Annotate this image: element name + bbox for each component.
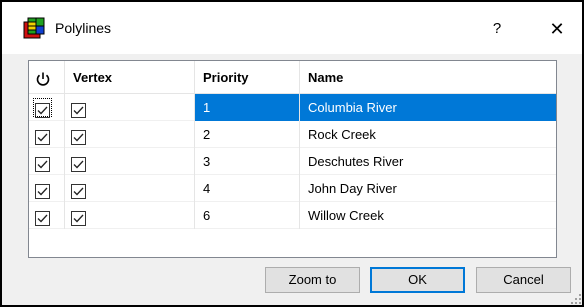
vertex-cell [65, 121, 195, 148]
vertex-cell [65, 202, 195, 229]
priority-cell[interactable]: 3 [195, 148, 300, 175]
vertex-checkbox[interactable] [71, 154, 86, 172]
ok-button[interactable]: OK [370, 267, 465, 293]
polylines-dialog: Polylines ? ✕ Vertex Priority Name 1 Colu… [0, 0, 584, 307]
vertex-cell [65, 94, 195, 121]
table-row[interactable]: 2 Rock Creek [29, 121, 556, 148]
name-cell[interactable]: John Day River [300, 175, 556, 202]
enabled-cell [29, 175, 65, 202]
table-row[interactable]: 4 John Day River [29, 175, 556, 202]
enabled-checkbox[interactable] [35, 154, 50, 172]
close-button[interactable]: ✕ [539, 12, 575, 46]
vertex-checkbox[interactable] [71, 100, 86, 118]
name-cell[interactable]: Deschutes River [300, 148, 556, 175]
enabled-cell [29, 202, 65, 229]
vertex-checkbox[interactable] [71, 127, 86, 145]
enabled-cell [29, 148, 65, 175]
name-cell[interactable]: Rock Creek [300, 121, 556, 148]
resize-grip-icon[interactable] [570, 293, 582, 305]
vertex-cell [65, 148, 195, 175]
enabled-checkbox[interactable] [35, 181, 50, 199]
priority-cell[interactable]: 2 [195, 121, 300, 148]
column-header-priority[interactable]: Priority [195, 61, 300, 94]
vertex-checkbox[interactable] [71, 181, 86, 199]
table-body: 1 Columbia River 2 Rock Creek 3 Deschutes Riv… [29, 94, 556, 229]
table-row[interactable]: 1 Columbia River [29, 94, 556, 121]
table-header: Vertex Priority Name [29, 61, 556, 94]
vertex-cell [65, 175, 195, 202]
column-header-enabled[interactable] [29, 61, 65, 94]
power-icon [36, 72, 50, 86]
priority-cell[interactable]: 4 [195, 175, 300, 202]
title-bar: Polylines ? ✕ [2, 2, 582, 54]
enabled-checkbox[interactable] [33, 98, 52, 118]
name-cell[interactable]: Willow Creek [300, 202, 556, 229]
priority-cell[interactable]: 6 [195, 202, 300, 229]
grid-app-icon [23, 17, 45, 39]
vertex-checkbox[interactable] [71, 208, 86, 226]
enabled-cell [29, 121, 65, 148]
window-title: Polylines [55, 20, 112, 36]
column-header-name[interactable]: Name [300, 61, 556, 94]
polylines-table: Vertex Priority Name 1 Columbia River 2 Roc… [28, 60, 557, 258]
enabled-checkbox[interactable] [35, 127, 50, 145]
zoom-to-button[interactable]: Zoom to [265, 267, 360, 293]
column-header-vertex[interactable]: Vertex [65, 61, 195, 94]
enabled-cell [29, 94, 65, 121]
cancel-button[interactable]: Cancel [476, 267, 571, 293]
priority-cell[interactable]: 1 [195, 94, 300, 121]
table-row[interactable]: 3 Deschutes River [29, 148, 556, 175]
enabled-checkbox[interactable] [35, 208, 50, 226]
table-row[interactable]: 6 Willow Creek [29, 202, 556, 229]
help-button[interactable]: ? [482, 12, 512, 46]
name-cell[interactable]: Columbia River [300, 94, 556, 121]
